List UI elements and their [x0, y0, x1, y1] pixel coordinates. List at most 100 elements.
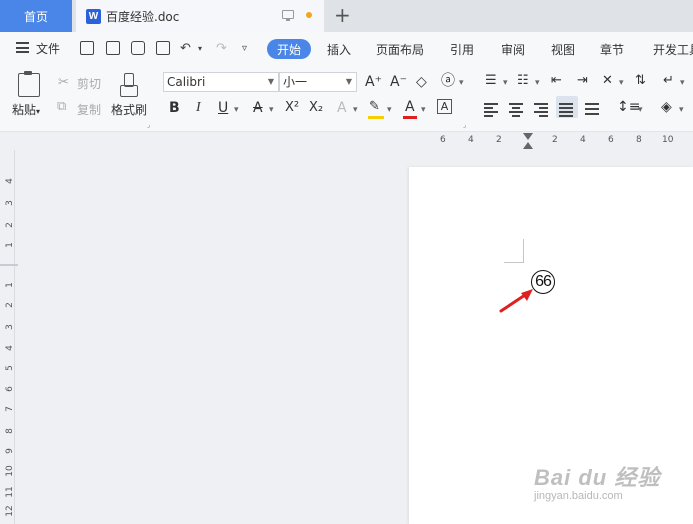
- font-color-bar: [403, 116, 417, 119]
- ribbon-toolbar: 粘贴▾ ✂ 剪切 ⧉ 复制 格式刷 ⌟ Calibri ▼ 小一 ▼ A⁺ A⁻ ◇…: [0, 65, 693, 132]
- horizontal-ruler[interactable]: 6 4 2 2 4 6 8 10: [0, 132, 693, 150]
- highlight-icon[interactable]: ✎: [369, 99, 380, 115]
- sort-icon[interactable]: ⇅: [635, 73, 646, 89]
- justify-icon[interactable]: [559, 102, 575, 117]
- character-border-button[interactable]: A: [437, 99, 452, 114]
- ruler-number: 4: [5, 345, 15, 351]
- decrease-indent-icon[interactable]: ⇤: [551, 73, 562, 89]
- tab-page-layout[interactable]: 页面布局: [376, 41, 424, 58]
- format-painter-button[interactable]: 格式刷: [111, 101, 147, 118]
- cut-button[interactable]: 剪切: [77, 75, 101, 92]
- increase-indent-icon[interactable]: ⇥: [577, 73, 588, 89]
- show-marks-dropdown-icon[interactable]: ▾: [680, 78, 685, 88]
- baidu-jingyan-watermark: Bai du 经验 jingyan.baidu.com: [534, 460, 660, 502]
- numbered-list-icon[interactable]: ☷: [517, 73, 529, 89]
- ruler-number: 2: [5, 222, 15, 228]
- document-tab-title: 百度经验.doc: [106, 9, 180, 24]
- superscript-button[interactable]: X²: [285, 100, 299, 116]
- bullet-dropdown-icon[interactable]: ▾: [503, 78, 508, 88]
- align-center-icon[interactable]: [509, 102, 525, 117]
- chinese-layout-dropdown-icon[interactable]: ▾: [619, 78, 624, 88]
- screen-icon[interactable]: [282, 10, 294, 21]
- bullet-list-icon[interactable]: ☰: [485, 73, 497, 89]
- watermark-url: jingyan.baidu.com: [534, 490, 623, 502]
- phonetic-dropdown-icon[interactable]: ▾: [459, 78, 464, 88]
- text-margin-corner: [504, 239, 524, 263]
- tab-references[interactable]: 引用: [450, 41, 474, 58]
- text-effect-button[interactable]: A: [337, 100, 347, 116]
- tab-developer[interactable]: 开发工具: [653, 41, 693, 58]
- tab-chapter[interactable]: 章节: [600, 41, 624, 58]
- line-spacing-dropdown-icon[interactable]: ▾: [638, 105, 643, 115]
- ruler-number: 8: [5, 428, 15, 434]
- paste-button[interactable]: 粘贴▾: [12, 101, 40, 118]
- undo-icon[interactable]: ↶: [180, 42, 191, 56]
- print-preview-icon[interactable]: [156, 41, 170, 55]
- line-spacing-icon[interactable]: ↕≡: [617, 99, 640, 115]
- ruler-number: 2: [496, 135, 502, 145]
- ruler-number: 4: [468, 135, 474, 145]
- show-marks-icon[interactable]: ↵: [663, 73, 674, 89]
- font-color-button[interactable]: A: [405, 99, 415, 115]
- underline-dropdown-icon[interactable]: ▾: [234, 105, 239, 115]
- redo-icon[interactable]: ↷: [216, 42, 227, 56]
- strikethrough-button[interactable]: A: [253, 100, 263, 116]
- shading-icon[interactable]: ◈: [661, 99, 672, 115]
- ruler-number: 1: [5, 242, 15, 248]
- strikethrough-dropdown-icon[interactable]: ▾: [269, 105, 274, 115]
- ruler-number: 8: [636, 135, 642, 145]
- copy-button[interactable]: 复制: [77, 101, 101, 118]
- customize-quick-access-icon[interactable]: ▿: [242, 42, 247, 56]
- align-left-icon[interactable]: [484, 102, 500, 117]
- tab-bar: 首页 W 百度经验.doc +: [0, 0, 693, 32]
- font-size-select[interactable]: 小一 ▼: [279, 72, 357, 92]
- unsaved-dot-icon: [306, 12, 312, 18]
- tab-review[interactable]: 审阅: [501, 41, 525, 58]
- print-icon[interactable]: [131, 41, 145, 55]
- tab-view[interactable]: 视图: [551, 41, 575, 58]
- ruler-number: 7: [5, 406, 15, 412]
- tab-insert[interactable]: 插入: [327, 41, 351, 58]
- font-expand-icon[interactable]: ⌟: [463, 121, 466, 129]
- menu-file[interactable]: 文件: [36, 40, 60, 57]
- vertical-ruler[interactable]: 4 3 2 1 1 2 3 4 5 6 7 8 9 10 11 12: [0, 150, 18, 524]
- underline-button[interactable]: U: [218, 100, 228, 116]
- ruler-margin-divider: [0, 264, 18, 266]
- red-arrow-icon: [499, 289, 533, 313]
- phonetic-guide-button[interactable]: ⓐ: [441, 73, 455, 89]
- italic-button[interactable]: I: [196, 100, 201, 116]
- ruler-number: 4: [5, 178, 15, 184]
- shading-dropdown-icon[interactable]: ▾: [679, 105, 684, 115]
- numbered-dropdown-icon[interactable]: ▾: [535, 78, 540, 88]
- bold-button[interactable]: B: [169, 100, 180, 116]
- distributed-align-icon[interactable]: [585, 102, 601, 116]
- undo-dropdown-icon[interactable]: ▾: [198, 42, 202, 56]
- cut-icon: ✂: [58, 75, 69, 90]
- align-right-icon[interactable]: [534, 102, 550, 117]
- tab-home[interactable]: 首页: [0, 0, 72, 32]
- hamburger-menu-icon[interactable]: [16, 42, 29, 53]
- paste-icon[interactable]: [18, 71, 40, 97]
- font-name-select[interactable]: Calibri ▼: [163, 72, 279, 92]
- export-pdf-icon[interactable]: [106, 41, 120, 55]
- clear-format-icon[interactable]: ◇: [416, 74, 427, 90]
- new-tab-button[interactable]: +: [334, 3, 351, 27]
- ruler-number: 12: [5, 505, 15, 517]
- highlight-dropdown-icon[interactable]: ▾: [387, 105, 392, 115]
- chinese-layout-icon[interactable]: ✕: [602, 73, 613, 89]
- text-effect-dropdown-icon[interactable]: ▾: [353, 105, 358, 115]
- shrink-font-button[interactable]: A⁻: [390, 74, 407, 90]
- clipboard-expand-icon[interactable]: ⌟: [147, 121, 150, 129]
- ruler-number: 3: [5, 324, 15, 330]
- subscript-button[interactable]: X₂: [309, 100, 323, 116]
- wps-writer-icon: W: [86, 8, 101, 24]
- grow-font-button[interactable]: A⁺: [365, 74, 382, 90]
- font-color-dropdown-icon[interactable]: ▾: [421, 105, 426, 115]
- indent-marker-icon[interactable]: [523, 133, 533, 151]
- save-icon[interactable]: [80, 41, 94, 55]
- tab-start[interactable]: 开始: [267, 39, 311, 59]
- ruler-number: 2: [5, 302, 15, 308]
- ruler-number: 10: [662, 135, 674, 145]
- highlight-color-bar: [368, 116, 384, 119]
- format-painter-icon: [120, 73, 138, 97]
